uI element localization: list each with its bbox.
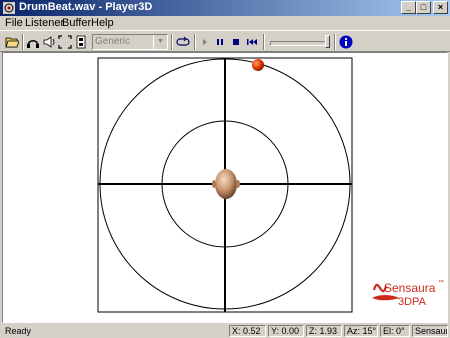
menu-help[interactable]: Help — [91, 17, 114, 29]
status-bar: Ready X: 0.52 Y: 0.00 Z: 1.93 Az: 15° El… — [0, 324, 450, 338]
buffer-button[interactable] — [73, 34, 89, 50]
menu-bar: File Listener Buffer Help — [0, 16, 450, 30]
info-icon — [339, 35, 353, 49]
window-title: DrumBeat.wav - Player3D — [19, 1, 153, 13]
sound-source[interactable] — [252, 59, 264, 71]
pause-icon — [217, 39, 223, 45]
speaker-button[interactable] — [41, 34, 57, 50]
toolbar-separator — [263, 34, 265, 50]
player3d-window: DrumBeat.wav - Player3D _ □ × File Liste… — [0, 0, 450, 338]
status-y: Y: 0.00 — [268, 325, 304, 337]
open-button[interactable] — [4, 34, 20, 50]
about-button[interactable] — [338, 34, 354, 50]
status-z: Z: 1.93 — [306, 325, 342, 337]
toolbar-separator — [171, 34, 173, 50]
play-button[interactable] — [197, 34, 213, 50]
play-icon — [203, 39, 207, 45]
toolbar-separator — [22, 34, 24, 50]
title-bar[interactable]: DrumBeat.wav - Player3D _ □ × — [0, 0, 450, 16]
maximize-icon: □ — [420, 2, 427, 12]
toolbar-separator — [334, 34, 336, 50]
listener-head-right-ear — [236, 180, 240, 188]
environment-select-value: Generic — [95, 36, 131, 47]
status-x: X: 0.52 — [229, 325, 266, 337]
fullscreen-icon — [58, 35, 72, 49]
close-button[interactable]: × — [433, 1, 448, 14]
volume-slider[interactable] — [270, 41, 330, 46]
chevron-down-icon: ▼ — [153, 35, 167, 49]
rewind-icon — [247, 39, 257, 45]
status-brand: Sensaura — [412, 325, 448, 337]
buffer-icon — [76, 35, 86, 49]
status-elevation: El: 0° — [380, 325, 410, 337]
sensaura-logo: Sensaura ™ 3DPA — [372, 279, 444, 308]
speaker-icon — [43, 36, 55, 48]
stop-button[interactable] — [228, 34, 244, 50]
menu-buffer[interactable]: Buffer — [62, 17, 91, 29]
loop-button[interactable] — [175, 34, 191, 50]
environment-select[interactable]: Generic ▼ — [92, 34, 168, 50]
minimize-icon: _ — [405, 2, 411, 12]
status-text: Ready — [5, 326, 32, 336]
toolbar: Generic ▼ — [0, 30, 450, 52]
listener-button[interactable] — [25, 34, 41, 50]
fullscreen-button[interactable] — [57, 34, 73, 50]
maximize-button[interactable]: □ — [416, 1, 431, 14]
app-icon[interactable] — [2, 1, 16, 15]
rewind-button[interactable] — [244, 34, 260, 50]
status-azimuth: Az: 15° — [344, 325, 378, 337]
volume-slider-thumb[interactable] — [325, 35, 330, 48]
logo-product: 3DPA — [398, 296, 427, 308]
pause-button[interactable] — [212, 34, 228, 50]
logo-brand: Sensaura — [384, 281, 436, 295]
menu-listener[interactable]: Listener — [25, 17, 64, 29]
listener-head-left-ear — [212, 180, 216, 188]
menu-file[interactable]: File — [5, 17, 23, 29]
open-folder-icon — [5, 37, 19, 48]
minimize-button[interactable]: _ — [401, 1, 416, 14]
stop-icon — [233, 39, 239, 45]
listener-head-icon — [27, 40, 39, 48]
logo-trademark: ™ — [438, 279, 444, 286]
loop-icon — [176, 36, 190, 46]
listener-head[interactable] — [215, 169, 237, 199]
close-icon: × — [437, 2, 444, 12]
toolbar-separator — [194, 34, 196, 50]
